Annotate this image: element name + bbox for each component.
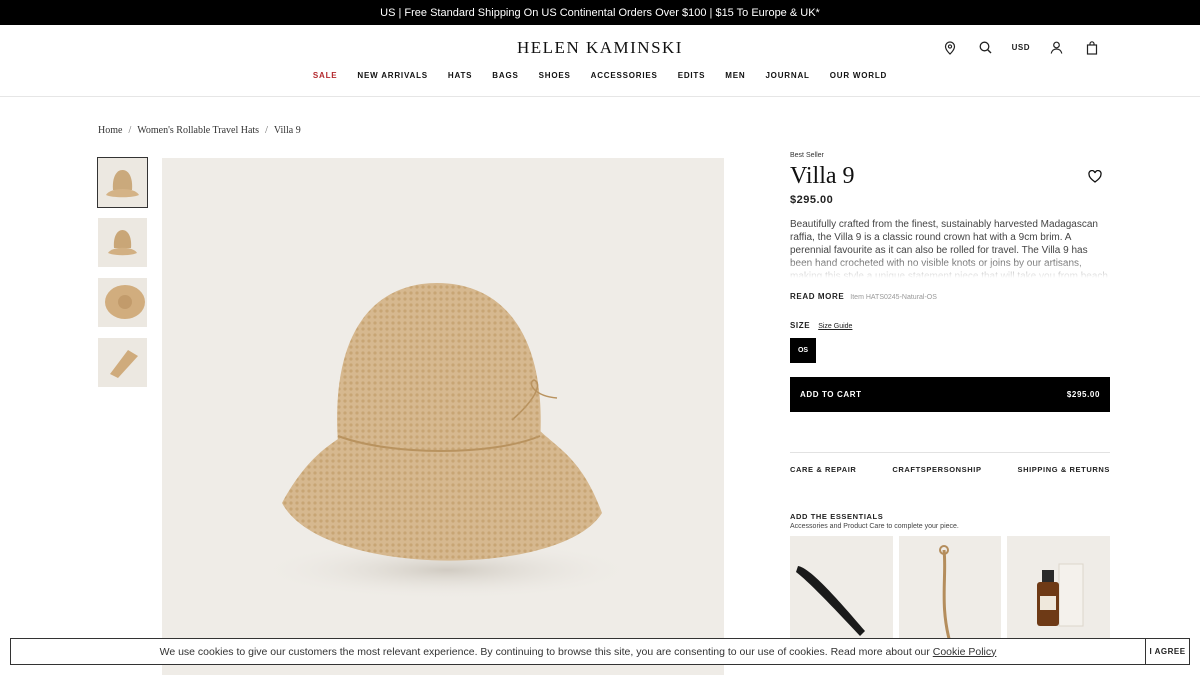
product-description: Beautifully crafted from the finest, sus… (790, 218, 1110, 278)
size-label: SIZE (790, 321, 811, 330)
breadcrumb-home[interactable]: Home (98, 125, 122, 136)
product-main-image[interactable] (162, 158, 724, 675)
breadcrumb-separator: / (128, 125, 132, 136)
search-icon[interactable] (977, 39, 994, 56)
size-option-os[interactable]: OS (790, 338, 816, 363)
add-to-cart-label: ADD TO CART (800, 390, 862, 399)
nav-item-men[interactable]: MEN (725, 71, 745, 80)
account-icon[interactable] (1048, 39, 1065, 56)
breadcrumb-category[interactable]: Women's Rollable Travel Hats (137, 125, 259, 136)
nav-item-hats[interactable]: HATS (448, 71, 472, 80)
thumbnail-4[interactable] (98, 338, 147, 387)
main-nav: SALE NEW ARRIVALS HATS BAGS SHOES ACCESS… (0, 71, 1200, 80)
tab-care-repair[interactable]: CARE & REPAIR (790, 465, 856, 474)
thumbnail-3[interactable] (98, 278, 147, 327)
nav-item-edits[interactable]: EDITS (678, 71, 706, 80)
nav-item-shoes[interactable]: SHOES (539, 71, 571, 80)
nav-item-sale[interactable]: SALE (313, 71, 338, 80)
breadcrumb: Home / Women's Rollable Travel Hats / Vi… (98, 125, 301, 136)
add-to-cart-price: $295.00 (1066, 390, 1100, 399)
cookie-message: We use cookies to give our customers the… (11, 646, 1145, 658)
cookie-policy-link[interactable]: Cookie Policy (933, 646, 997, 658)
thumbnail-gallery (97, 157, 148, 398)
cookie-banner: We use cookies to give our customers the… (10, 638, 1190, 665)
add-to-cart-button[interactable]: ADD TO CART $295.00 (790, 377, 1110, 412)
read-more-link[interactable]: READ MORE (790, 292, 844, 301)
cookie-agree-button[interactable]: I AGREE (1145, 639, 1189, 664)
wishlist-heart-icon[interactable] (1088, 169, 1104, 186)
essentials-subtitle: Accessories and Product Care to complete… (790, 523, 959, 530)
breadcrumb-separator: / (265, 125, 268, 136)
divider (790, 452, 1110, 453)
thumbnail-2[interactable] (98, 218, 147, 267)
product-title: Villa 9 (790, 163, 855, 189)
bag-icon[interactable] (1083, 39, 1100, 56)
nav-item-our-world[interactable]: OUR WORLD (830, 71, 887, 80)
nav-item-journal[interactable]: JOURNAL (765, 71, 809, 80)
site-header: HELEN KAMINSKI USD SALE NEW ARRIVALS HAT… (0, 25, 1200, 97)
nav-item-new-arrivals[interactable]: NEW ARRIVALS (357, 71, 428, 80)
breadcrumb-current: Villa 9 (273, 125, 301, 136)
tab-shipping-returns[interactable]: SHIPPING & RETURNS (1018, 465, 1110, 474)
essentials-title: ADD THE ESSENTIALS (790, 512, 884, 521)
product-price: $295.00 (790, 194, 834, 206)
tab-craftspersonship[interactable]: CRAFTSPERSONSHIP (892, 465, 981, 474)
bestseller-badge: Best Seller (790, 152, 824, 159)
header-icons: USD (942, 39, 1100, 56)
nav-item-bags[interactable]: BAGS (492, 71, 518, 80)
size-row: SIZE Size Guide (790, 321, 1110, 330)
promo-text: US | Free Standard Shipping On US Contin… (380, 6, 820, 19)
thumbnail-1[interactable] (97, 157, 148, 208)
size-guide-link[interactable]: Size Guide (818, 323, 852, 330)
nav-item-accessories[interactable]: ACCESSORIES (591, 71, 658, 80)
currency-selector[interactable]: USD (1012, 43, 1030, 52)
location-pin-icon[interactable] (942, 39, 959, 56)
cookie-text: We use cookies to give our customers the… (159, 645, 930, 658)
info-tabs: CARE & REPAIR CRAFTSPERSONSHIP SHIPPING … (790, 465, 1110, 474)
promo-banner: US | Free Standard Shipping On US Contin… (0, 0, 1200, 25)
product-info: Best Seller Villa 9 $295.00 Beautifully … (790, 150, 1111, 656)
readmore-row: READ MORE Item HATS0245-Natural-OS (790, 292, 1110, 301)
item-code: Item HATS0245-Natural-OS (850, 294, 937, 301)
